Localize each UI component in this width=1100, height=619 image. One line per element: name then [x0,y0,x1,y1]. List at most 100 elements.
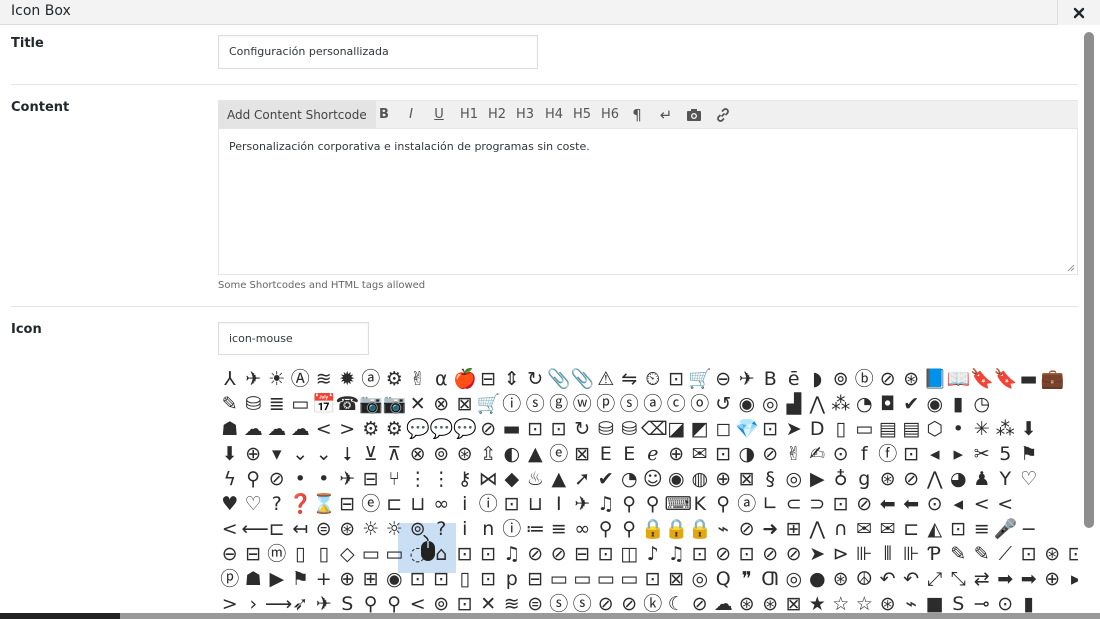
grid-icon[interactable]: ♪ [641,542,665,566]
grid-icon[interactable]: ≣ [265,392,289,416]
grid-icon[interactable]: Q [712,567,736,591]
grid-icon[interactable]: ⊡ [759,417,783,441]
grid-icon[interactable]: ◔ [618,467,642,491]
grid-icon[interactable]: ▭ [853,417,877,441]
grid-icon[interactable]: ◎ [688,567,712,591]
grid-icon[interactable]: ⊛ [900,367,924,391]
grid-icon[interactable]: B [759,367,783,391]
grid-icon[interactable]: ⓚ [641,592,665,613]
grid-icon[interactable]: ▟ [782,392,806,416]
grid-icon[interactable]: ⊛ [336,517,360,541]
grid-icon[interactable]: ▬ [500,417,524,441]
grid-icon[interactable]: ⊟ [571,542,595,566]
grid-icon[interactable]: ⊚ [430,592,454,613]
grid-icon[interactable]: ▭ [594,567,618,591]
grid-icon[interactable]: ⊼ [383,442,407,466]
grid-icon[interactable]: ⓔ [359,492,383,516]
grid-icon[interactable]: ≔ [524,517,548,541]
grid-icon[interactable]: 💎 [735,417,759,441]
grid-icon[interactable]: K [688,492,712,516]
grid-icon[interactable]: 🍎 [453,367,477,391]
grid-icon[interactable]: ϟ [218,467,242,491]
grid-icon[interactable]: ⓞ [688,392,712,416]
grid-icon[interactable]: ⊘ [688,592,712,613]
icon-row[interactable]: ϟ ⚲ ⊘ • • ✈ ⊟ ⑂ ⋮ ⋮ ⚷ ⋈ ◆ ♨ ▲ ➚ ✔ ◔ ☺ ◉ ◍ ⊕ ⊠ § ◎ ▶ ♁ g ⊛ ⊘ ⋀ ◕ ♟ Y ♡ [218,467,1041,491]
grid-icon[interactable]: i [453,492,477,516]
grid-icon[interactable]: ↶ [876,567,900,591]
grid-icon[interactable]: ⇫ [477,442,501,466]
grid-icon[interactable]: ↻ [524,367,548,391]
grid-icon[interactable]: ? [265,492,289,516]
grid-icon[interactable]: ◔ [853,392,877,416]
grid-icon[interactable]: ⭣ [336,442,360,466]
grid-icon[interactable]: ↶ [900,567,924,591]
grid-icon[interactable]: ⁂ [829,392,853,416]
grid-icon[interactable]: 🔒 [641,517,665,541]
grid-icon[interactable]: < [406,592,430,613]
grid-icon[interactable]: ▶ [806,467,830,491]
grid-icon[interactable]: ✈ [735,367,759,391]
grid-icon[interactable]: • [947,417,971,441]
grid-icon[interactable]: ⊡ [477,567,501,591]
grid-icon[interactable]: E [618,442,642,466]
scrollbar[interactable] [1084,32,1094,604]
grid-icon[interactable]: ✕ [406,392,430,416]
grid-icon[interactable]: ⚲ [618,492,642,516]
resize-handle-icon[interactable] [1065,262,1075,272]
h1-button[interactable]: H1 [458,101,480,129]
grid-icon[interactable]: ▭ [547,567,571,591]
grid-icon[interactable]: ⊕ [242,442,266,466]
grid-icon[interactable]: ◕ [947,467,971,491]
grid-icon[interactable]: ▤ [900,417,924,441]
grid-icon[interactable]: ✍ [806,442,830,466]
grid-icon[interactable]: ⊘ [782,542,806,566]
grid-icon[interactable]: ⊘ [735,517,759,541]
grid-icon[interactable]: ◎ [782,467,806,491]
grid-icon[interactable]: ⊘ [876,367,900,391]
grid-icon[interactable]: ♫ [594,492,618,516]
grid-icon[interactable]: ⊕ [712,467,736,491]
grid-icon[interactable]: ⊘ [712,542,736,566]
grid-icon[interactable]: ⋀ [923,467,947,491]
grid-icon[interactable]: ▭ [571,567,595,591]
grid-icon[interactable]: 5 [994,442,1018,466]
grid-icon[interactable]: 🎤 [994,517,1018,541]
grid-icon[interactable]: ◫ [618,542,642,566]
grid-icon[interactable]: ⊡ [1017,542,1041,566]
grid-icon[interactable]: ⓟ [594,392,618,416]
grid-icon[interactable]: ⊗ [430,392,454,416]
grid-icon[interactable]: ⑂ [383,467,407,491]
grid-icon[interactable]: ⓒ [665,392,689,416]
grid-icon[interactable]: ⊡ [453,542,477,566]
grid-icon[interactable]: ℯ [641,442,665,466]
grid-icon[interactable]: ⤡ [947,567,971,591]
grid-icon[interactable]: ✔ [900,392,924,416]
grid-icon[interactable]: 🔒 [665,517,689,541]
grid-icon[interactable]: ⊘ [547,542,571,566]
grid-icon[interactable]: ▸ [947,442,971,466]
grid-icon[interactable]: ☀ [265,367,289,391]
grid-icon[interactable]: ⬇ [1017,417,1041,441]
grid-icon[interactable]: ◑ [735,442,759,466]
grid-icon[interactable]: 📘 [923,367,947,391]
grid-icon[interactable]: > [336,417,360,441]
grid-icon[interactable]: ⊟ [477,367,501,391]
grid-icon[interactable]: ⊡ [500,492,524,516]
grid-icon[interactable]: ▯ [312,542,336,566]
grid-icon[interactable]: ✌ [406,367,430,391]
grid-icon[interactable]: ▲ [547,467,571,491]
grid-icon[interactable]: ◉ [923,392,947,416]
grid-icon[interactable]: ✎ [947,542,971,566]
grid-icon[interactable]: ⊏ [383,492,407,516]
grid-icon[interactable]: ⊡ [477,542,501,566]
grid-icon[interactable]: ⓢ [547,592,571,613]
grid-icon[interactable]: ⋮ [430,467,454,491]
add-content-shortcode-button[interactable]: Add Content Shortcode [218,101,376,129]
grid-icon[interactable]: ⚙ [383,367,407,391]
grid-icon[interactable]: ⓢ [524,392,548,416]
grid-icon[interactable]: ➡ [1017,567,1041,591]
grid-icon[interactable]: ⊡ [947,517,971,541]
grid-icon[interactable]: ➤ [782,417,806,441]
grid-icon[interactable]: ☎ [336,392,360,416]
grid-icon[interactable]: ✈ [242,367,266,391]
